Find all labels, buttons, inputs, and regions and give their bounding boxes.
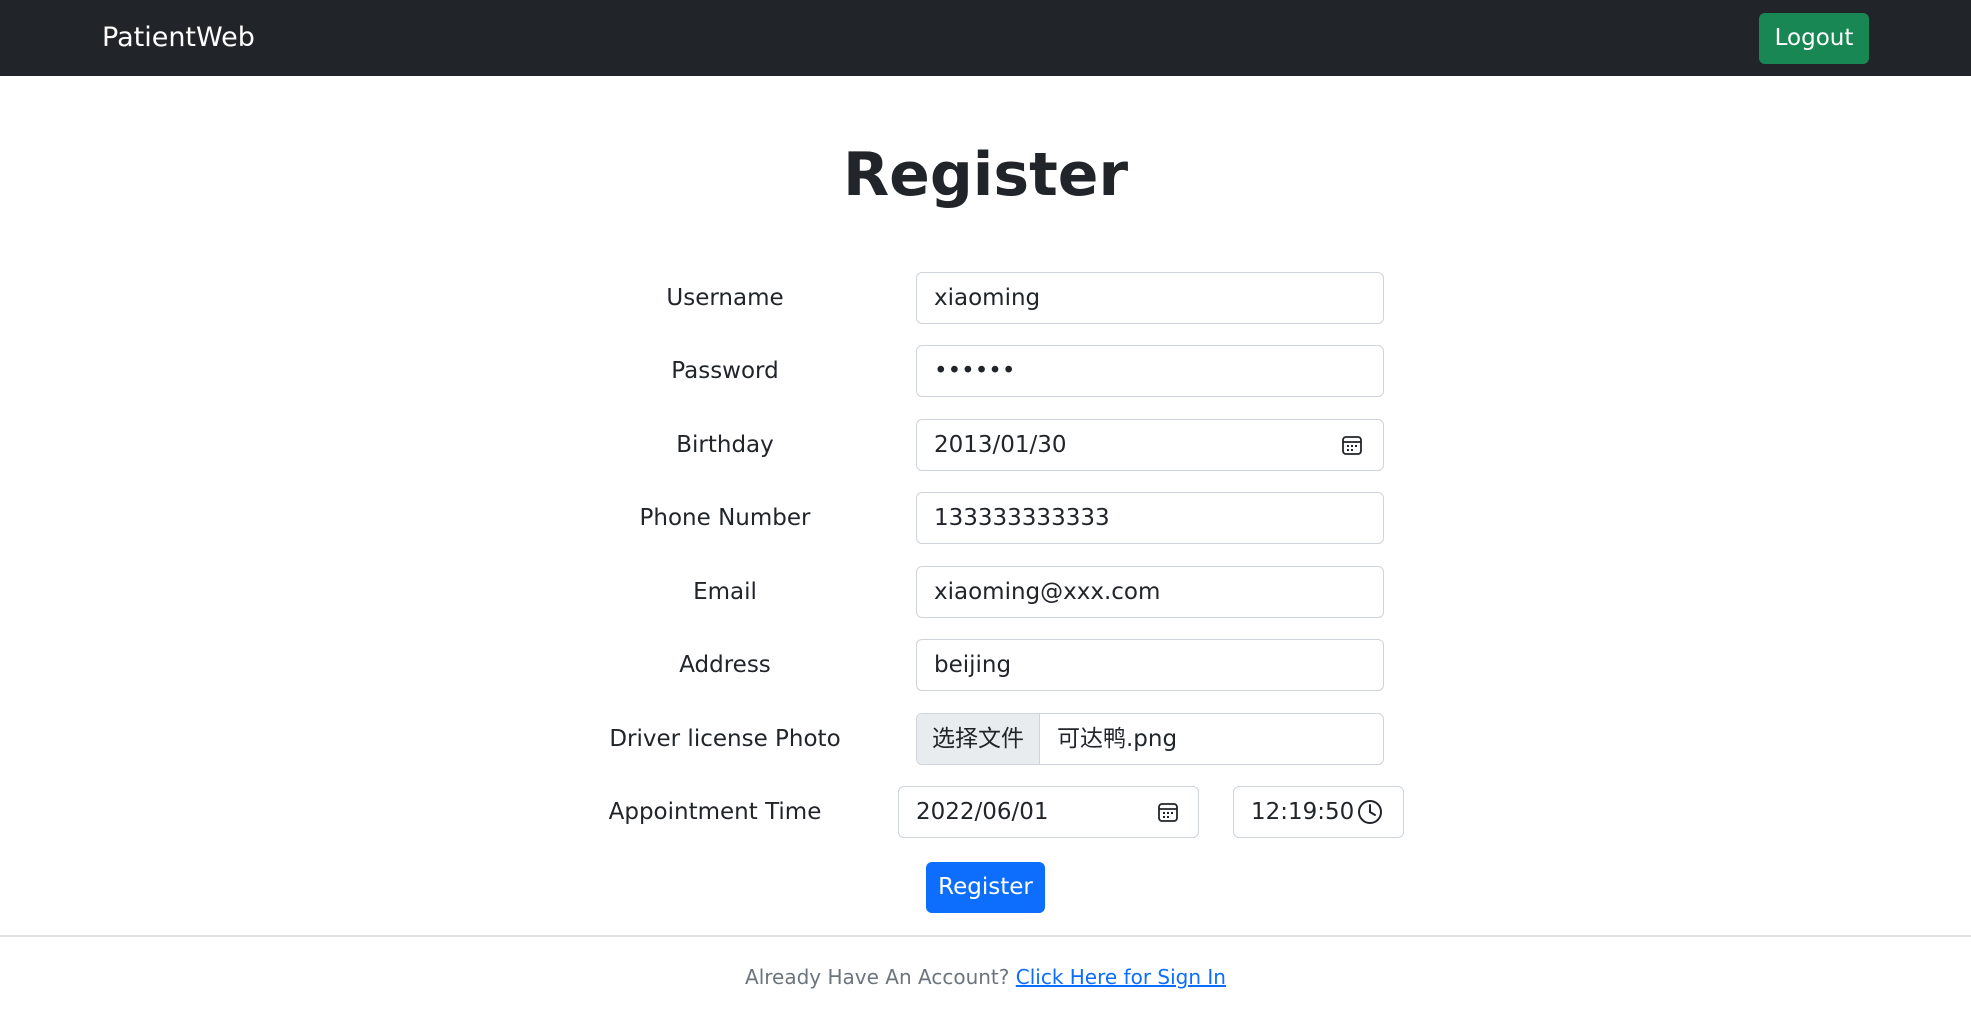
password-label: Password [671,358,779,384]
address-label: Address [679,652,771,678]
register-button[interactable]: Register [926,862,1045,913]
birthday-input[interactable]: 2013/01/30 [916,419,1384,471]
address-value: beijing [934,652,1012,678]
brand-title[interactable]: PatientWeb [102,18,255,58]
birthday-label: Birthday [676,432,774,458]
appointment-label: Appointment Time [608,799,822,825]
phone-input[interactable]: 133333333333 [916,492,1384,544]
appointment-date-input[interactable]: 2022/06/01 [898,786,1199,838]
username-input[interactable]: xiaoming [916,272,1384,324]
password-input[interactable]: •••••• [916,345,1384,397]
email-input[interactable]: xiaoming@xxx.com [916,566,1384,618]
choose-file-button[interactable]: 选择文件 [917,714,1040,764]
footer: Already Have An Account? Click Here for … [0,962,1971,992]
appointment-time-input[interactable]: 12:19:50 [1233,786,1404,838]
phone-label: Phone Number [639,505,811,531]
footer-divider [0,935,1971,937]
logout-button[interactable]: Logout [1759,13,1869,64]
birthday-value: 2013/01/30 [934,432,1067,458]
phone-value: 133333333333 [934,505,1110,531]
clock-icon[interactable] [1357,799,1383,825]
username-label: Username [666,285,784,311]
username-value: xiaoming [934,285,1041,311]
navbar: PatientWeb Logout [0,0,1971,76]
password-value: •••••• [934,358,1016,384]
calendar-icon[interactable] [1157,801,1179,823]
calendar-icon[interactable] [1341,434,1363,456]
email-label: Email [693,579,757,605]
page-title: Register [842,140,1129,210]
address-input[interactable]: beijing [916,639,1384,691]
footer-prompt: Already Have An Account? [745,965,1010,989]
file-name: 可达鸭.png [1057,726,1178,752]
sign-in-link[interactable]: Click Here for Sign In [1016,965,1226,989]
driver-license-file-input[interactable]: 选择文件 可达鸭.png [916,713,1384,765]
appointment-date-value: 2022/06/01 [916,799,1049,825]
appointment-time-value: 12:19:50 [1251,799,1355,825]
email-value: xiaoming@xxx.com [934,579,1161,605]
driver-license-label: Driver license Photo [609,726,841,752]
